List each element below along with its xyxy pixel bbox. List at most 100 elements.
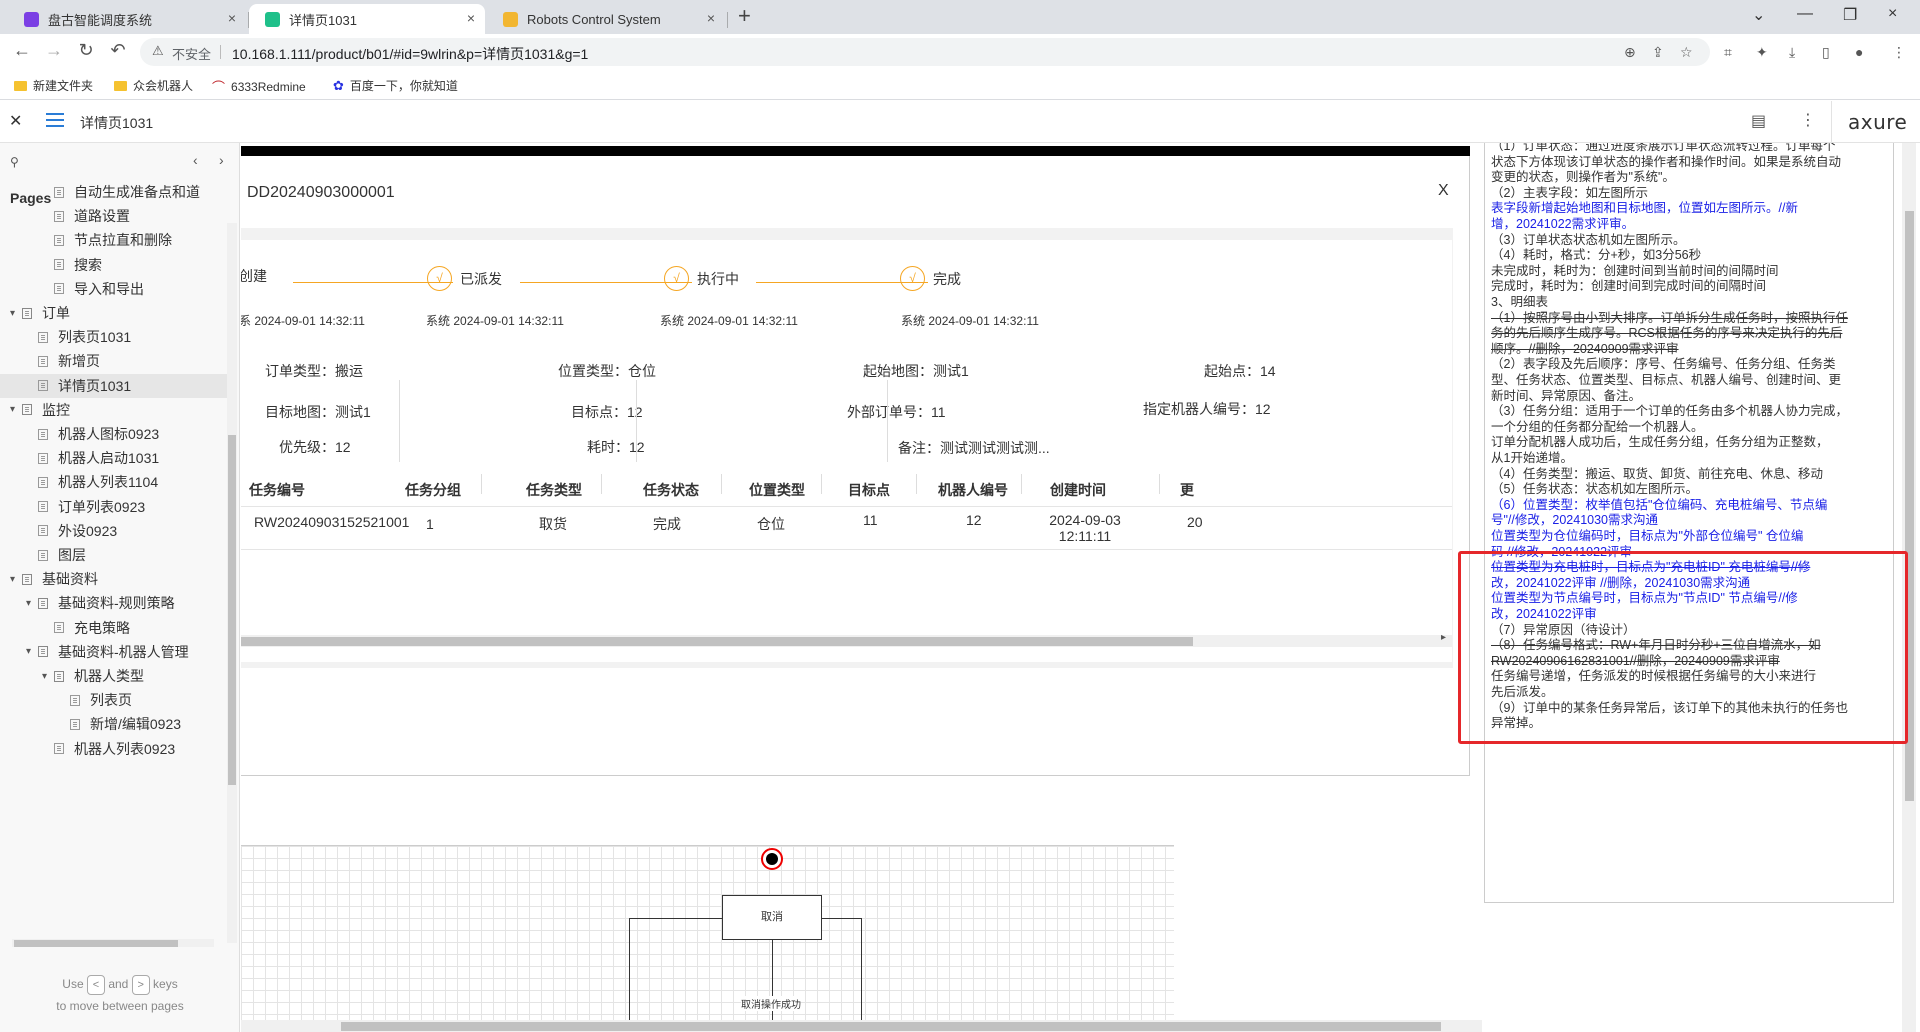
field-label: 优先级： [279,439,335,455]
url-text[interactable]: 10.168.1.111/product/b01/#id=9wlrin&p=详情… [232,44,588,64]
tree-page-item[interactable]: 节点拉直和删除 [0,228,227,252]
tree-page-item[interactable]: 导入和导出 [0,277,227,301]
browser-menu-icon[interactable]: ⋮ [1892,44,1906,61]
reload-icon[interactable]: ↻ [74,40,98,61]
bookmark-baidu[interactable]: ✿ 百度一下，你就知道 [333,77,458,94]
expand-caret-icon[interactable]: ▾ [10,574,22,585]
bookmark-star-icon[interactable]: ☆ [1680,44,1693,61]
expand-caret-icon[interactable]: ▾ [10,308,22,319]
search-icon[interactable]: ⚲ [10,155,19,169]
tab-detail-page[interactable]: 详情页1031 × [249,4,485,34]
expand-caret-icon[interactable]: ▾ [26,646,38,657]
tree-page-item[interactable]: 自动生成准备点和道 [0,180,227,204]
minimize-icon[interactable]: — [1797,5,1813,23]
next-page-icon[interactable]: › [219,152,224,168]
field-value: 搬运 [335,363,363,379]
tree-item-label: 监控 [42,401,70,418]
col-header-task-status: 任务状态 [643,482,699,498]
prev-page-icon[interactable]: ‹ [193,152,198,168]
sitemap-menu-icon[interactable] [46,113,64,131]
tree-page-item[interactable]: 搜索 [0,253,227,277]
tree-page-item[interactable]: 充电策略 [0,616,227,640]
tree-folder[interactable]: ▾ 监控 [0,398,227,422]
tree-folder[interactable]: ▾ 基础资料 [0,567,227,591]
scroll-right-arrow-icon[interactable]: ▸ [1441,632,1446,643]
download-icon[interactable]: ⤓ [1789,44,1795,61]
folder-icon [22,307,32,319]
page-icon [54,186,64,198]
back-arrow-icon[interactable]: ← [10,40,34,61]
tree-page-item[interactable]: 机器人图标0923 [0,422,227,446]
bookmark-redmine[interactable]: ⌒ 6333Redmine [212,77,306,96]
security-label[interactable]: 不安全 [172,44,211,63]
tree-page-item[interactable]: 新增/编辑0923 [0,712,227,736]
bookmark-robot-folder[interactable]: 众会机器人 [114,77,193,94]
tree-folder[interactable]: ▾ 机器人类型 [0,664,227,688]
extension-puzzle-icon[interactable]: ✦ [1756,44,1768,61]
tree-page-item[interactable]: 图层 [0,543,227,567]
close-sitemap-icon[interactable]: ✕ [9,111,22,131]
tab-search-chevron-icon[interactable]: ⌄ [1752,5,1765,25]
new-tab-button[interactable]: + [738,3,751,29]
close-dialog-button[interactable]: X [1438,182,1449,200]
tree-item-label: 机器人列表0923 [74,740,176,757]
window-close-icon[interactable]: × [1888,5,1897,23]
tab-title: 详情页1031 [289,12,357,28]
notes-toggle-icon[interactable]: ▤ [1751,111,1766,131]
expand-caret-icon[interactable]: ▾ [26,598,38,609]
tree-item-label: 基础资料 [42,571,98,588]
bookmark-new-folder[interactable]: 新建文件夹 [14,77,93,94]
field-external-order: 外部订单号：11 [847,402,946,422]
tree-page-item[interactable]: 新增页 [0,349,227,373]
cell-updated-time: 20 [1187,514,1203,530]
sidebar-scroll-thumb[interactable] [228,435,236,785]
step-actor: 系统 [901,314,926,328]
page-icon [54,622,64,634]
flow-connector [629,918,630,1032]
close-tab-icon[interactable]: × [467,10,475,26]
tree-page-item[interactable]: 机器人启动1031 [0,446,227,470]
expand-caret-icon[interactable]: ▾ [10,404,22,415]
tree-page-item[interactable]: 详情页1031 [0,373,227,398]
tree-page-item[interactable]: 机器人列表1104 [0,470,227,494]
profile-avatar-icon[interactable]: ● [1855,44,1863,60]
close-tab-icon[interactable]: × [228,10,236,26]
tree-item-label: 机器人启动1031 [58,450,160,467]
folder-icon [114,80,127,91]
cell-task-status: 完成 [653,516,681,532]
axure-header: ✕ 详情页1031 ▤ ⋮ axure [0,101,1920,143]
tree-page-item[interactable]: 列表页 [0,688,227,712]
share-icon[interactable]: ⇪ [1652,44,1664,61]
step-label: 完成 [933,270,961,287]
forward-arrow-icon[interactable]: → [42,40,66,61]
page-icon [38,501,48,513]
tree-page-item[interactable]: 机器人列表0923 [0,737,227,761]
tree-page-item[interactable]: 列表页1031 [0,325,227,349]
warning-icon[interactable]: ⚠ [152,43,164,59]
more-options-icon[interactable]: ⋮ [1800,110,1816,130]
field-label: 目标点： [571,404,627,420]
redmine-icon: ⌒ [212,80,226,95]
zoom-icon[interactable]: ⊕ [1624,44,1636,61]
url-omnibox[interactable]: ⚠ 不安全 10.168.1.111/product/b01/#id=9wlri… [140,38,1710,66]
undo-icon[interactable]: ↶ [106,40,130,61]
crop-icon[interactable]: ⌗ [1724,44,1732,61]
end-state-node [761,848,783,870]
sidebar-hscroll-thumb[interactable] [14,940,178,947]
help-text: to move between pages [56,999,184,1013]
tree-page-item[interactable]: 外设0923 [0,519,227,543]
tree-page-item[interactable]: 订单列表0923 [0,495,227,519]
table-hscroll-thumb[interactable] [241,637,1193,646]
tree-folder[interactable]: ▾ 基础资料-机器人管理 [0,640,227,664]
expand-caret-icon[interactable]: ▾ [42,671,54,682]
close-tab-icon[interactable]: × [707,10,715,26]
tab-pangu[interactable]: 盘古智能调度系统 × [8,4,246,34]
tab-robots-control[interactable]: Robots Control System × [487,4,725,34]
restore-icon[interactable]: ❐ [1843,5,1857,25]
tree-folder[interactable]: ▾ 基础资料-规则策略 [0,591,227,615]
tree-page-item[interactable]: 道路设置 [0,204,227,228]
tree-folder[interactable]: ▾ 订单 [0,301,227,325]
canvas-hscroll-thumb[interactable] [341,1022,1441,1031]
cell-task-type: 取货 [539,516,567,532]
sidepanel-icon[interactable]: ▯ [1822,44,1830,61]
